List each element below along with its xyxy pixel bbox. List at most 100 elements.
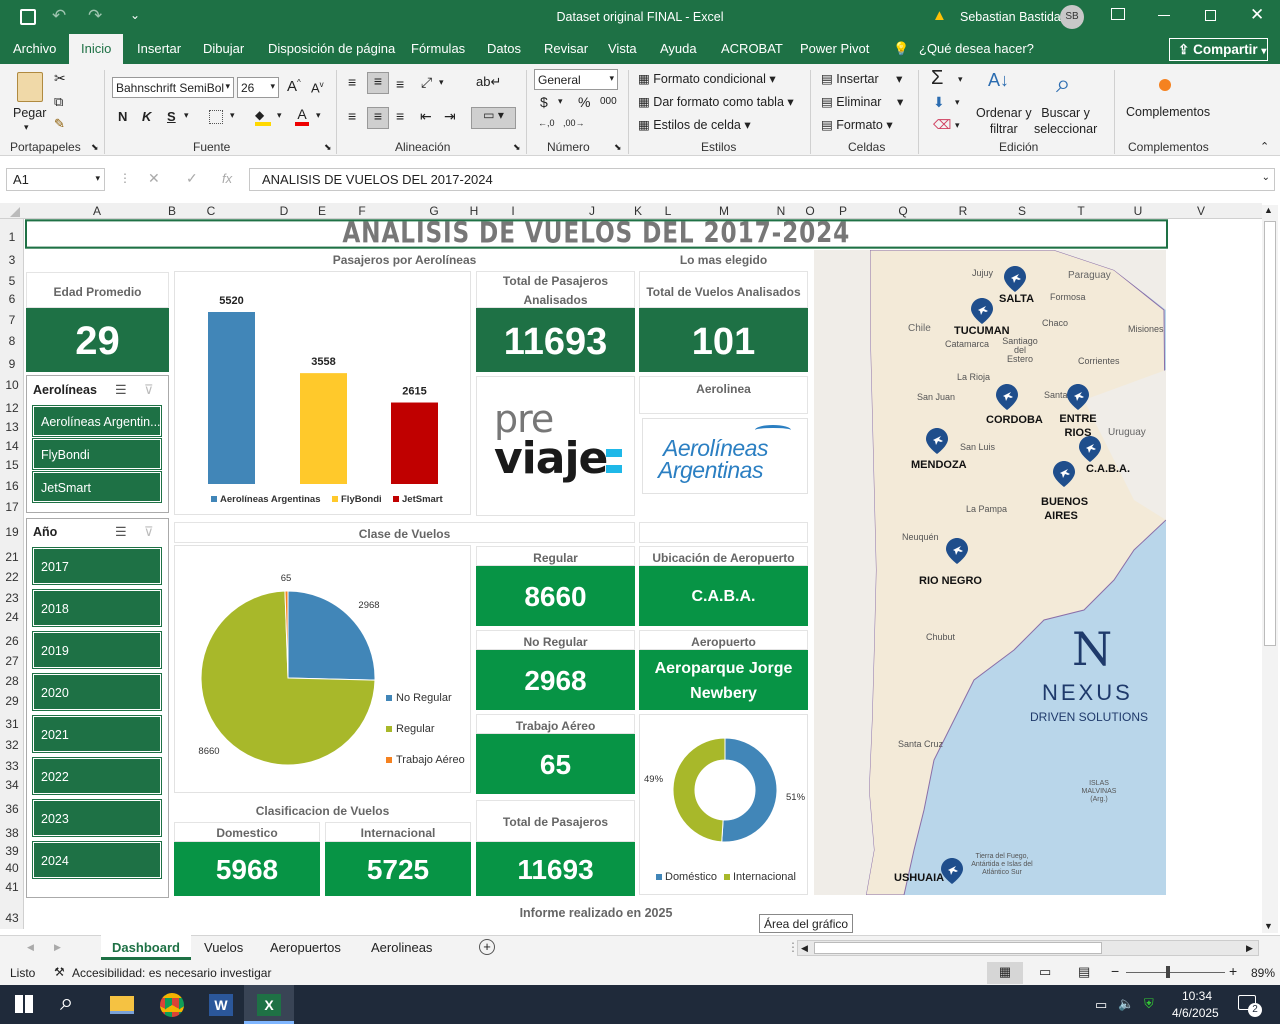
column-header-B[interactable]: B [166, 204, 178, 218]
fill-chevron-icon[interactable]: ▾ [277, 110, 282, 121]
slicer-item-aerolineas[interactable]: Aerolíneas Argentin... [32, 405, 162, 437]
font-color-icon[interactable]: A [295, 106, 309, 126]
bar-0[interactable] [208, 312, 255, 484]
page-break-icon[interactable]: ▤ [1078, 964, 1090, 980]
name-box[interactable]: A1 ▾ [6, 168, 105, 191]
cut-icon[interactable]: ✂ [54, 70, 66, 87]
multiselect-icon[interactable]: ☰ [115, 524, 127, 540]
column-header-F[interactable]: F [356, 204, 368, 218]
currency-button[interactable]: $ [540, 94, 548, 110]
align-right-icon[interactable]: ≡ [396, 108, 404, 124]
row-header-3[interactable]: 3 [0, 253, 24, 267]
merge-center-icon[interactable]: ▭ ▾ [471, 107, 516, 129]
increase-decimal-icon[interactable]: ←,0 [538, 118, 555, 128]
formula-input[interactable]: ANALISIS DE VUELOS DEL 2017-2024 ⌄ [249, 168, 1275, 191]
tab-inicio[interactable]: Inicio [69, 34, 124, 64]
row-header-15[interactable]: 15 [0, 458, 24, 472]
row-header-6[interactable]: 6 [0, 292, 24, 306]
tab-archivo[interactable]: Archivo [13, 41, 56, 56]
column-header-E[interactable]: E [316, 204, 328, 218]
column-header-U[interactable]: U [1132, 204, 1144, 218]
slicer-item-year-2023[interactable]: 2023 [32, 799, 162, 837]
column-header-T[interactable]: T [1075, 204, 1087, 218]
normal-view-icon[interactable]: ▦ [987, 962, 1023, 984]
row-header-27[interactable]: 27 [0, 654, 24, 668]
row-header-5[interactable]: 5 [0, 274, 24, 288]
clear-filter-icon[interactable]: ⊽ [144, 382, 154, 398]
clock-time[interactable]: 10:34 [1182, 989, 1212, 1003]
row-header-31[interactable]: 31 [0, 717, 24, 731]
volume-icon[interactable]: 🔈 [1118, 996, 1134, 1012]
tab-datos[interactable]: Datos [487, 41, 521, 56]
tab-acrobat[interactable]: ACROBAT [721, 41, 783, 56]
tab-revisar[interactable]: Revisar [544, 41, 588, 56]
airport-pin-icon[interactable] [1067, 384, 1089, 410]
paste-button[interactable]: Pegar [13, 106, 46, 120]
orientation-chevron-icon[interactable]: ▾ [439, 77, 444, 88]
clock-date[interactable]: 4/6/2025 [1172, 1006, 1219, 1020]
row-header-22[interactable]: 22 [0, 570, 24, 584]
clear-icon[interactable]: ⌫ [933, 117, 951, 133]
delete-cells-button[interactable]: ▤ Eliminar ▾ [821, 94, 903, 109]
row-header-19[interactable]: 19 [0, 525, 24, 539]
font-color-chevron-icon[interactable]: ▾ [316, 110, 321, 121]
align-center-icon[interactable]: ≡ [367, 107, 389, 129]
insert-function-icon[interactable]: fx [222, 171, 232, 186]
sort-filter-button[interactable]: Ordenar y filtrar [976, 105, 1032, 137]
format-table-button[interactable]: ▦ Dar formato como tabla ▾ [638, 94, 794, 109]
windows-start-icon[interactable] [15, 995, 33, 1013]
column-header-S[interactable]: S [1016, 204, 1028, 218]
scroll-thumb[interactable] [1264, 221, 1276, 646]
row-header-24[interactable]: 24 [0, 610, 24, 624]
align-middle-icon[interactable]: ≡ [367, 72, 389, 94]
column-header-J[interactable]: J [586, 204, 598, 218]
share-button[interactable]: ⇪ Compartir ▾ [1169, 38, 1268, 61]
tab-vista[interactable]: Vista [608, 41, 637, 56]
fill-icon[interactable]: ⬇ [933, 94, 945, 111]
copy-icon[interactable]: ⧉ [54, 94, 63, 110]
slicer-item-year-2019[interactable]: 2019 [32, 631, 162, 669]
zoom-slider[interactable] [1126, 972, 1225, 973]
decrease-font-icon[interactable]: Av [311, 80, 324, 95]
align-top-icon[interactable]: ≡ [348, 74, 356, 90]
zoom-thumb[interactable] [1166, 966, 1170, 978]
number-format-select[interactable]: General ▾ [534, 69, 618, 90]
row-header-1[interactable]: 1 [0, 230, 24, 244]
column-header-A[interactable]: A [91, 204, 103, 218]
cancel-icon[interactable]: ✕ [148, 170, 160, 187]
slicer-item-year-2020[interactable]: 2020 [32, 673, 162, 711]
column-header-M[interactable]: M [718, 204, 730, 218]
dialog-launcher-icon[interactable]: ⬊ [91, 142, 99, 153]
borders-icon[interactable] [209, 110, 223, 124]
sort-filter-icon[interactable]: A↓ [988, 70, 1009, 91]
ribbon-display-icon[interactable] [1111, 8, 1125, 20]
format-cells-button[interactable]: ▤ Formato ▾ [821, 117, 893, 132]
dialog-launcher-icon[interactable]: ⬊ [324, 142, 332, 153]
autosum-chevron-icon[interactable]: ▾ [958, 74, 963, 85]
column-header-H[interactable]: H [468, 204, 480, 218]
search-icon[interactable]: ⌕ [1056, 68, 1071, 100]
row-header-34[interactable]: 34 [0, 778, 24, 792]
row-header-12[interactable]: 12 [0, 401, 24, 415]
column-header-C[interactable]: C [205, 204, 217, 218]
lightbulb-icon[interactable]: 💡 [893, 41, 909, 57]
currency-chevron-icon[interactable]: ▾ [558, 96, 563, 107]
airport-pin-icon[interactable] [1053, 461, 1075, 487]
airport-pin-icon[interactable] [1004, 266, 1026, 292]
slicer-item-year-2021[interactable]: 2021 [32, 715, 162, 753]
align-left-icon[interactable]: ≡ [348, 108, 356, 124]
wrap-text-icon[interactable]: ab↵ [476, 74, 501, 90]
row-header-29[interactable]: 29 [0, 694, 24, 708]
select-all-corner[interactable] [10, 207, 20, 217]
prev-sheet-icon[interactable]: ◀ [27, 942, 34, 953]
network-icon[interactable]: ▭ [1095, 997, 1107, 1013]
row-header-38[interactable]: 38 [0, 826, 24, 840]
zoom-out-icon[interactable]: − [1111, 963, 1119, 979]
format-painter-icon[interactable]: ✎ [54, 116, 65, 132]
collapse-ribbon-icon[interactable]: ⌃ [1260, 140, 1269, 153]
row-header-7[interactable]: 7 [0, 313, 24, 327]
underline-chevron-icon[interactable]: ▾ [184, 110, 189, 121]
percent-button[interactable]: % [578, 94, 590, 110]
dialog-launcher-icon[interactable]: ⬊ [614, 142, 622, 153]
find-select-button[interactable]: Buscar y seleccionar [1034, 105, 1097, 137]
